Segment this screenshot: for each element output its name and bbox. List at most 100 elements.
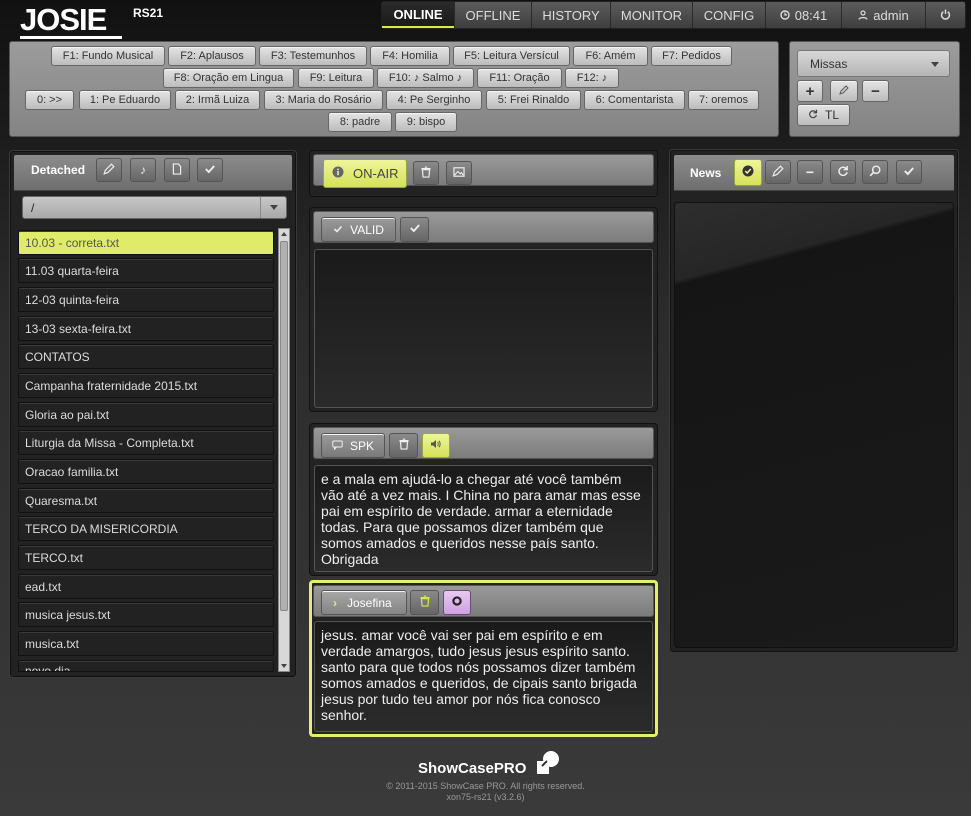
valid-button[interactable]: VALID xyxy=(321,217,396,242)
valid-textarea[interactable] xyxy=(314,249,653,408)
speaker-4[interactable]: 4: Pe Serginho xyxy=(386,90,482,110)
scroll-down-arrow-icon[interactable] xyxy=(281,664,287,668)
onair-image-button[interactable] xyxy=(446,161,472,185)
onair-button[interactable]: ON-AIR xyxy=(323,159,407,188)
edit-file-button[interactable] xyxy=(96,158,122,182)
spk-label: SPK xyxy=(349,438,374,453)
spk-speaker-button[interactable] xyxy=(422,433,450,458)
hotkey-f10[interactable]: F10: ♪ Salmo ♪ xyxy=(377,68,474,88)
list-item[interactable]: TERCO.txt xyxy=(18,545,274,570)
music-button[interactable]: ♪ xyxy=(130,158,156,182)
volume-icon xyxy=(430,438,442,453)
power-button[interactable] xyxy=(925,2,965,28)
brand-name: ShowCasePRO xyxy=(418,760,527,777)
speaker-2[interactable]: 2: Irmã Luiza xyxy=(175,90,260,110)
brand-logo-icon xyxy=(536,750,560,779)
list-item[interactable]: Quaresma.txt xyxy=(18,488,274,513)
trash-icon xyxy=(398,438,410,453)
spk-delete-button[interactable] xyxy=(389,433,418,458)
josefina-record-button[interactable] xyxy=(443,590,471,615)
list-item[interactable]: Oracao familia.txt xyxy=(18,459,274,484)
list-item[interactable]: 13-03 sexta-feira.txt xyxy=(18,316,274,341)
speaker-6[interactable]: 6: Comentarista xyxy=(584,90,685,110)
app-subtitle: RS21 xyxy=(133,6,164,20)
speaker-1[interactable]: 1: Pe Eduardo xyxy=(79,90,171,110)
list-item[interactable]: Campanha fraternidade 2015.txt xyxy=(18,373,274,398)
list-item[interactable]: 12-03 quinta-feira xyxy=(18,287,274,312)
speaker-9[interactable]: 9: bispo xyxy=(395,112,457,132)
hotkey-f9[interactable]: F9: Leitura xyxy=(298,68,374,88)
nav-history[interactable]: HISTORY xyxy=(531,2,610,28)
speaker-3[interactable]: 3: Maria do Rosário xyxy=(264,90,383,110)
scroll-up-arrow-icon[interactable] xyxy=(281,232,287,236)
news-search-button[interactable] xyxy=(862,160,888,184)
refresh-icon xyxy=(837,165,849,180)
trash-icon xyxy=(419,595,431,610)
speaker-0[interactable]: 0: >> xyxy=(25,90,74,110)
check-icon xyxy=(409,222,421,237)
news-refresh-button[interactable] xyxy=(830,160,856,184)
main-nav: ONLINE OFFLINE HISTORY MONITOR CONFIG 08… xyxy=(381,1,966,29)
search-icon xyxy=(869,164,881,180)
josefina-text[interactable]: jesus. amar você vai ser pai em espírito… xyxy=(314,621,653,732)
news-content xyxy=(674,202,954,648)
hotkey-f1[interactable]: F1: Fundo Musical xyxy=(51,46,165,66)
speaker-7[interactable]: 7: oremos xyxy=(688,90,759,110)
hotkey-f12[interactable]: F12: ♪ xyxy=(565,68,619,88)
chat-icon xyxy=(332,439,343,453)
tl-button[interactable]: TL xyxy=(797,104,850,126)
news-confirm-button[interactable] xyxy=(896,160,922,184)
user-menu[interactable]: admin xyxy=(841,2,925,28)
hotkey-f4[interactable]: F4: Homilia xyxy=(370,46,450,66)
spk-text[interactable]: e a mala em ajudá-lo a chegar até você t… xyxy=(314,465,653,572)
hotkey-f2[interactable]: F2: Aplausos xyxy=(168,46,256,66)
list-item[interactable]: 10.03 - correta.txt xyxy=(18,230,274,255)
speaker-5[interactable]: 5: Frei Rinaldo xyxy=(486,90,581,110)
news-active-button[interactable] xyxy=(734,159,762,186)
pencil-icon xyxy=(772,164,784,180)
edit-profile-button[interactable] xyxy=(830,80,858,102)
spk-button[interactable]: SPK xyxy=(321,433,385,458)
file-list-scrollbar[interactable] xyxy=(278,228,290,672)
footer-brand: ShowCasePRO xyxy=(418,760,526,777)
hotkey-f11[interactable]: F11: Oração xyxy=(477,68,562,88)
check-icon xyxy=(204,163,216,178)
confirm-file-button[interactable] xyxy=(197,158,223,182)
list-item[interactable]: musica jesus.txt xyxy=(18,602,274,627)
list-item[interactable]: musica.txt xyxy=(18,631,274,656)
hotkey-f6[interactable]: F6: Amém xyxy=(573,46,648,66)
nav-monitor[interactable]: MONITOR xyxy=(610,2,692,28)
list-item[interactable]: Liturgia da Missa - Completa.txt xyxy=(18,430,274,455)
plus-icon: + xyxy=(805,82,815,100)
nav-offline[interactable]: OFFLINE xyxy=(454,2,531,28)
profile-select[interactable]: Missas xyxy=(797,50,950,77)
speaker-8[interactable]: 8: padre xyxy=(328,112,392,132)
nav-online[interactable]: ONLINE xyxy=(382,2,454,28)
onair-delete-button[interactable] xyxy=(413,161,439,185)
hotkey-f5[interactable]: F5: Leitura Versícul xyxy=(453,46,570,66)
news-edit-button[interactable] xyxy=(765,160,791,184)
chevron-right-icon: › xyxy=(333,595,337,610)
news-remove-button[interactable]: − xyxy=(797,160,823,184)
scrollbar-thumb[interactable] xyxy=(280,241,288,611)
list-item[interactable]: Gloria ao pai.txt xyxy=(18,402,274,427)
josefina-button[interactable]: › Josefina xyxy=(321,590,407,615)
new-file-button[interactable] xyxy=(164,158,190,182)
valid-confirm-button[interactable] xyxy=(400,217,429,242)
check-icon xyxy=(903,165,915,180)
list-item[interactable]: novo dia xyxy=(18,660,274,672)
add-profile-button[interactable]: + xyxy=(797,80,823,102)
list-item[interactable]: CONTATOS xyxy=(18,344,274,369)
profile-select-value: Missas xyxy=(810,56,848,71)
nav-config[interactable]: CONFIG xyxy=(692,2,765,28)
hotkey-f7[interactable]: F7: Pedidos xyxy=(651,46,732,66)
path-select[interactable]: / xyxy=(22,196,287,219)
info-icon xyxy=(332,166,344,181)
josefina-delete-button[interactable] xyxy=(410,590,439,615)
remove-profile-button[interactable]: − xyxy=(862,80,889,102)
hotkey-f3[interactable]: F3: Testemunhos xyxy=(259,46,367,66)
list-item[interactable]: ead.txt xyxy=(18,574,274,599)
list-item[interactable]: TERCO DA MISERICORDIA xyxy=(18,516,274,541)
list-item[interactable]: 11.03 quarta-feira xyxy=(18,258,274,283)
hotkey-f8[interactable]: F8: Oração em Lingua xyxy=(163,68,294,88)
